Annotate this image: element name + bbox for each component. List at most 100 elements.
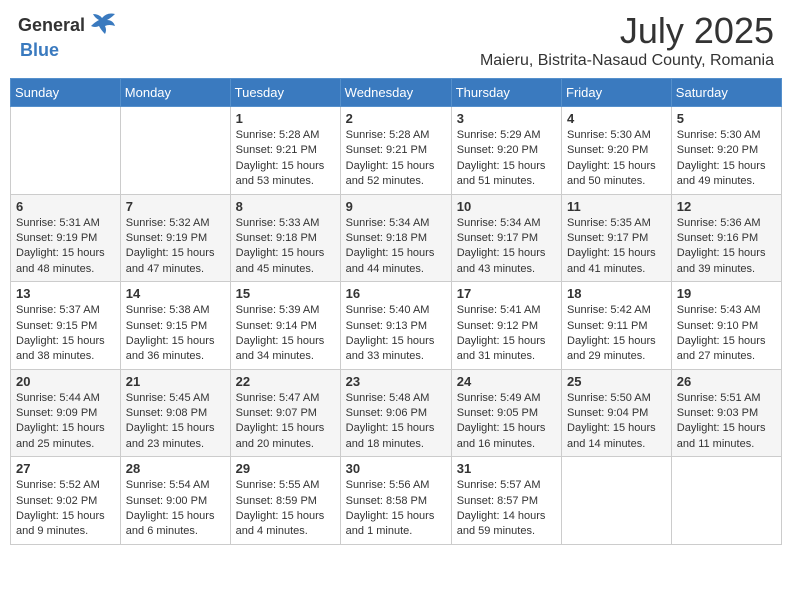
daylight-text: Daylight: 15 hours and 11 minutes. xyxy=(677,421,776,452)
sunrise-text: Sunrise: 5:34 AM xyxy=(457,216,556,231)
daylight-text: Daylight: 15 hours and 38 minutes. xyxy=(16,334,115,365)
cell-text: Sunrise: 5:50 AMSunset: 9:04 PMDaylight:… xyxy=(567,391,666,453)
day-number: 30 xyxy=(346,461,446,476)
day-number: 19 xyxy=(677,286,776,301)
daylight-text: Daylight: 15 hours and 53 minutes. xyxy=(236,159,335,190)
cell-text: Sunrise: 5:37 AMSunset: 9:15 PMDaylight:… xyxy=(16,303,115,365)
cell-text: Sunrise: 5:33 AMSunset: 9:18 PMDaylight:… xyxy=(236,216,335,278)
sunrise-text: Sunrise: 5:57 AM xyxy=(457,478,556,493)
sunset-text: Sunset: 9:07 PM xyxy=(236,406,335,421)
sunset-text: Sunset: 9:12 PM xyxy=(457,319,556,334)
day-number: 4 xyxy=(567,111,666,126)
daylight-text: Daylight: 15 hours and 27 minutes. xyxy=(677,334,776,365)
sunset-text: Sunset: 9:19 PM xyxy=(16,231,115,246)
sunset-text: Sunset: 9:14 PM xyxy=(236,319,335,334)
sunset-text: Sunset: 9:09 PM xyxy=(16,406,115,421)
logo-general: General xyxy=(18,15,85,36)
sunset-text: Sunset: 9:11 PM xyxy=(567,319,666,334)
calendar-cell: 3Sunrise: 5:29 AMSunset: 9:20 PMDaylight… xyxy=(451,107,561,195)
sunset-text: Sunset: 9:16 PM xyxy=(677,231,776,246)
calendar-cell: 25Sunrise: 5:50 AMSunset: 9:04 PMDayligh… xyxy=(562,369,672,457)
day-number: 27 xyxy=(16,461,115,476)
calendar-cell: 28Sunrise: 5:54 AMSunset: 9:00 PMDayligh… xyxy=(120,457,230,545)
sunrise-text: Sunrise: 5:41 AM xyxy=(457,303,556,318)
calendar-cell xyxy=(120,107,230,195)
calendar-cell: 5Sunrise: 5:30 AMSunset: 9:20 PMDaylight… xyxy=(671,107,781,195)
calendar-cell: 6Sunrise: 5:31 AMSunset: 9:19 PMDaylight… xyxy=(11,194,121,282)
daylight-text: Daylight: 15 hours and 4 minutes. xyxy=(236,509,335,540)
sunrise-text: Sunrise: 5:30 AM xyxy=(567,128,666,143)
cell-text: Sunrise: 5:41 AMSunset: 9:12 PMDaylight:… xyxy=(457,303,556,365)
sunrise-text: Sunrise: 5:56 AM xyxy=(346,478,446,493)
cell-text: Sunrise: 5:30 AMSunset: 9:20 PMDaylight:… xyxy=(567,128,666,190)
day-number: 29 xyxy=(236,461,335,476)
sunrise-text: Sunrise: 5:48 AM xyxy=(346,391,446,406)
sunset-text: Sunset: 9:06 PM xyxy=(346,406,446,421)
week-row-2: 6Sunrise: 5:31 AMSunset: 9:19 PMDaylight… xyxy=(11,194,782,282)
month-title: July 2025 xyxy=(480,10,774,52)
calendar-cell: 18Sunrise: 5:42 AMSunset: 9:11 PMDayligh… xyxy=(562,282,672,370)
week-row-4: 20Sunrise: 5:44 AMSunset: 9:09 PMDayligh… xyxy=(11,369,782,457)
cell-text: Sunrise: 5:35 AMSunset: 9:17 PMDaylight:… xyxy=(567,216,666,278)
sunrise-text: Sunrise: 5:38 AM xyxy=(126,303,225,318)
calendar-cell: 9Sunrise: 5:34 AMSunset: 9:18 PMDaylight… xyxy=(340,194,451,282)
day-number: 11 xyxy=(567,199,666,214)
day-number: 1 xyxy=(236,111,335,126)
cell-text: Sunrise: 5:44 AMSunset: 9:09 PMDaylight:… xyxy=(16,391,115,453)
calendar-cell: 2Sunrise: 5:28 AMSunset: 9:21 PMDaylight… xyxy=(340,107,451,195)
daylight-text: Daylight: 15 hours and 41 minutes. xyxy=(567,246,666,277)
day-number: 10 xyxy=(457,199,556,214)
sunset-text: Sunset: 9:20 PM xyxy=(457,143,556,158)
weekday-header-row: SundayMondayTuesdayWednesdayThursdayFrid… xyxy=(11,79,782,107)
day-number: 15 xyxy=(236,286,335,301)
logo-blue: Blue xyxy=(20,40,59,61)
sunrise-text: Sunrise: 5:40 AM xyxy=(346,303,446,318)
sunset-text: Sunset: 9:03 PM xyxy=(677,406,776,421)
daylight-text: Daylight: 15 hours and 20 minutes. xyxy=(236,421,335,452)
weekday-header-monday: Monday xyxy=(120,79,230,107)
cell-text: Sunrise: 5:43 AMSunset: 9:10 PMDaylight:… xyxy=(677,303,776,365)
daylight-text: Daylight: 15 hours and 34 minutes. xyxy=(236,334,335,365)
sunrise-text: Sunrise: 5:43 AM xyxy=(677,303,776,318)
daylight-text: Daylight: 15 hours and 48 minutes. xyxy=(16,246,115,277)
weekday-header-sunday: Sunday xyxy=(11,79,121,107)
calendar-cell: 15 Sunrise: 5:39 AMSunset: 9:14 PMDayligh… xyxy=(230,282,340,370)
day-number: 16 xyxy=(346,286,446,301)
cell-text: Sunrise: 5:56 AMSunset: 8:58 PMDaylight:… xyxy=(346,478,446,540)
sunrise-text: Sunrise: 5:54 AM xyxy=(126,478,225,493)
logo-bird-icon xyxy=(87,10,117,40)
sunset-text: Sunset: 9:19 PM xyxy=(126,231,225,246)
cell-text: Sunrise: 5:32 AMSunset: 9:19 PMDaylight:… xyxy=(126,216,225,278)
day-number: 2 xyxy=(346,111,446,126)
sunset-text: Sunset: 9:10 PM xyxy=(677,319,776,334)
daylight-text: Daylight: 15 hours and 39 minutes. xyxy=(677,246,776,277)
sunrise-text: Sunrise: 5:50 AM xyxy=(567,391,666,406)
calendar-cell: 21Sunrise: 5:45 AMSunset: 9:08 PMDayligh… xyxy=(120,369,230,457)
weekday-header-wednesday: Wednesday xyxy=(340,79,451,107)
calendar-cell: 11 Sunrise: 5:35 AMSunset: 9:17 PMDayligh… xyxy=(562,194,672,282)
day-number: 6 xyxy=(16,199,115,214)
day-number: 18 xyxy=(567,286,666,301)
sunrise-text: Sunrise: 5:39 AM xyxy=(236,303,335,318)
calendar-cell: 4 Sunrise: 5:30 AMSunset: 9:20 PMDaylight… xyxy=(562,107,672,195)
cell-text: Sunrise: 5:40 AMSunset: 9:13 PMDaylight:… xyxy=(346,303,446,365)
daylight-text: Daylight: 15 hours and 49 minutes. xyxy=(677,159,776,190)
sunset-text: Sunset: 9:15 PM xyxy=(16,319,115,334)
daylight-text: Daylight: 14 hours and 59 minutes. xyxy=(457,509,556,540)
title-block: July 2025 Maieru, Bistrita-Nasaud County… xyxy=(480,10,774,70)
daylight-text: Daylight: 15 hours and 6 minutes. xyxy=(126,509,225,540)
day-number: 26 xyxy=(677,374,776,389)
day-number: 3 xyxy=(457,111,556,126)
daylight-text: Daylight: 15 hours and 36 minutes. xyxy=(126,334,225,365)
weekday-header-tuesday: Tuesday xyxy=(230,79,340,107)
sunrise-text: Sunrise: 5:55 AM xyxy=(236,478,335,493)
calendar-cell: 12Sunrise: 5:36 AMSunset: 9:16 PMDayligh… xyxy=(671,194,781,282)
daylight-text: Daylight: 15 hours and 9 minutes. xyxy=(16,509,115,540)
cell-text: Sunrise: 5:36 AMSunset: 9:16 PMDaylight:… xyxy=(677,216,776,278)
calendar-cell: 19 Sunrise: 5:43 AMSunset: 9:10 PMDayligh… xyxy=(671,282,781,370)
day-number: 28 xyxy=(126,461,225,476)
calendar-cell: 31Sunrise: 5:57 AMSunset: 8:57 PMDayligh… xyxy=(451,457,561,545)
cell-text: Sunrise: 5:47 AMSunset: 9:07 PMDaylight:… xyxy=(236,391,335,453)
sunrise-text: Sunrise: 5:44 AM xyxy=(16,391,115,406)
day-number: 7 xyxy=(126,199,225,214)
